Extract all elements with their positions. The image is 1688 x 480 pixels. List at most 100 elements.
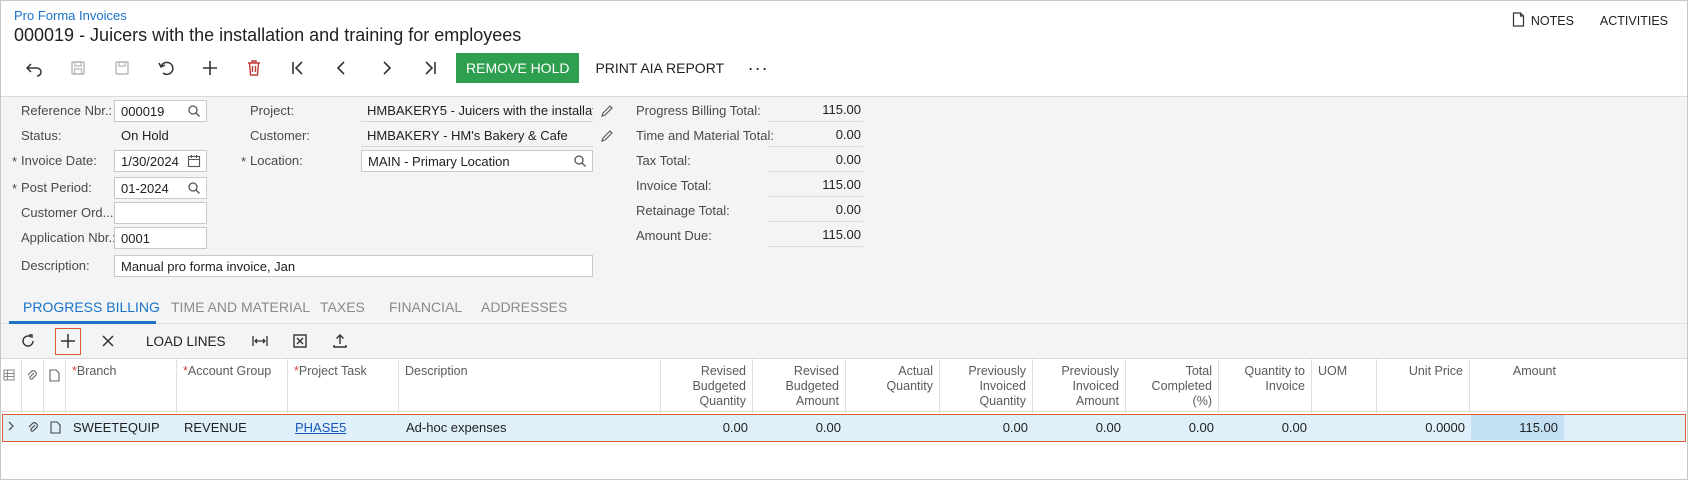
- column-header-description[interactable]: Description: [398, 359, 660, 413]
- cell-actual-quantity[interactable]: [847, 415, 941, 440]
- save-button[interactable]: [100, 52, 144, 84]
- cell-uom[interactable]: [1313, 415, 1378, 440]
- header-line: Total: [1185, 364, 1212, 378]
- table-row[interactable]: SWEETEQUIP REVENUE PHASE5 Ad-hoc expense…: [2, 414, 1686, 442]
- column-header-amount[interactable]: Amount: [1469, 359, 1562, 413]
- cell-quantity-to-invoice[interactable]: 0.00: [1220, 415, 1313, 440]
- status-value: On Hold: [121, 128, 169, 143]
- breadcrumb[interactable]: Pro Forma Invoices: [14, 8, 127, 23]
- header-line: Revised: [700, 364, 746, 378]
- column-header-unit-price[interactable]: Unit Price: [1376, 359, 1469, 413]
- main-toolbar: REMOVE HOLD PRINT AIA REPORT ···: [12, 52, 776, 84]
- cell-revised-budgeted-quantity[interactable]: 0.00: [662, 415, 754, 440]
- column-header-project-task[interactable]: *Project Task: [287, 359, 398, 413]
- cell-unit-price[interactable]: 0.0000: [1378, 415, 1471, 440]
- tab-financial[interactable]: FINANCIAL: [389, 299, 462, 315]
- remove-hold-button[interactable]: REMOVE HOLD: [456, 53, 580, 83]
- search-icon[interactable]: [187, 181, 201, 195]
- column-header-previously-invoiced-quantity[interactable]: Previously Invoiced Quantity: [939, 359, 1032, 413]
- activities-button[interactable]: ACTIVITIES: [1600, 12, 1668, 30]
- notes-column-header: [43, 359, 65, 413]
- cell-revised-budgeted-amount[interactable]: 0.00: [754, 415, 847, 440]
- column-header-branch[interactable]: *Branch: [65, 359, 176, 413]
- calendar-icon[interactable]: [187, 154, 201, 168]
- tab-progress-billing[interactable]: PROGRESS BILLING: [23, 299, 160, 315]
- previous-record-button[interactable]: [320, 52, 364, 84]
- reference-nbr-value: 000019: [121, 104, 165, 119]
- search-icon[interactable]: [573, 154, 587, 168]
- cell-branch[interactable]: SWEETEQUIP: [67, 415, 178, 440]
- back-button[interactable]: [12, 52, 56, 84]
- upload-button[interactable]: [320, 326, 360, 356]
- cell-previously-invoiced-quantity[interactable]: 0.00: [941, 415, 1034, 440]
- location-label: Location:: [241, 153, 303, 169]
- grid-toolbar: LOAD LINES: [8, 326, 360, 356]
- row-attachment-cell[interactable]: [23, 415, 45, 440]
- edit-pencil-icon[interactable]: [600, 129, 614, 143]
- description-field[interactable]: Manual pro forma invoice, Jan: [114, 255, 593, 277]
- header-line: Previously: [1061, 364, 1119, 378]
- search-icon[interactable]: [187, 104, 201, 118]
- fit-columns-button[interactable]: [240, 326, 280, 356]
- last-record-icon: [425, 61, 436, 75]
- column-header-previously-invoiced-amount[interactable]: Previously Invoiced Amount: [1032, 359, 1125, 413]
- delete-button[interactable]: [232, 52, 276, 84]
- export-excel-button[interactable]: [280, 326, 320, 356]
- column-header-total-completed[interactable]: Total Completed (%): [1125, 359, 1218, 413]
- add-row-button[interactable]: [55, 327, 81, 355]
- summary-label: Tax Total:: [636, 153, 691, 168]
- application-nbr-field[interactable]: 0001: [114, 227, 207, 249]
- location-field[interactable]: MAIN - Primary Location: [361, 150, 593, 172]
- last-record-button[interactable]: [408, 52, 452, 84]
- post-period-field[interactable]: 01-2024: [114, 177, 207, 199]
- project-field[interactable]: HMBAKERY5 - Juicers with the installatio: [361, 100, 593, 122]
- column-header-quantity-to-invoice[interactable]: Quantity to Invoice: [1218, 359, 1311, 413]
- upload-icon: [332, 334, 347, 348]
- paperclip-icon: [28, 422, 38, 432]
- load-lines-button[interactable]: LOAD LINES: [128, 334, 240, 349]
- save-close-button[interactable]: [56, 52, 100, 84]
- customer-label: Customer:: [250, 128, 310, 143]
- previous-record-icon: [336, 61, 345, 75]
- cell-project-task-link[interactable]: PHASE5: [289, 415, 400, 440]
- tab-addresses[interactable]: ADDRESSES: [481, 299, 567, 315]
- header-label: Project Task: [298, 364, 367, 378]
- column-header-revised-budgeted-amount[interactable]: Revised Budgeted Amount: [752, 359, 845, 413]
- row-expander[interactable]: [5, 415, 21, 440]
- row-selector-header[interactable]: [1, 359, 21, 413]
- cell-amount[interactable]: 115.00: [1471, 415, 1564, 440]
- cell-account-group[interactable]: REVENUE: [178, 415, 289, 440]
- attachment-column-header: [21, 359, 43, 413]
- edit-pencil-icon[interactable]: [600, 104, 614, 118]
- customer-ord-field[interactable]: [114, 202, 207, 224]
- customer-field[interactable]: HMBAKERY - HM's Bakery & Cafe: [361, 125, 593, 147]
- cancel-button[interactable]: [144, 52, 188, 84]
- print-aia-report-button[interactable]: PRINT AIA REPORT: [579, 53, 740, 83]
- first-record-button[interactable]: [276, 52, 320, 84]
- column-header-actual-quantity[interactable]: Actual Quantity: [845, 359, 939, 413]
- invoice-date-field[interactable]: 1/30/2024: [114, 150, 207, 172]
- column-header-revised-budgeted-quantity[interactable]: Revised Budgeted Quantity: [660, 359, 752, 413]
- tab-taxes[interactable]: TAXES: [320, 299, 365, 315]
- cell-total-completed[interactable]: 0.00: [1127, 415, 1220, 440]
- row-notes-cell[interactable]: [45, 415, 67, 440]
- header-label: Account Group: [187, 364, 272, 378]
- notes-button[interactable]: NOTES: [1512, 12, 1574, 30]
- paperclip-icon: [27, 370, 37, 380]
- add-button[interactable]: [188, 52, 232, 84]
- reference-nbr-field[interactable]: 000019: [114, 100, 207, 122]
- delete-row-button[interactable]: [88, 326, 128, 356]
- header-label: Amount: [1512, 364, 1556, 378]
- application-nbr-label: Application Nbr.:: [21, 230, 116, 245]
- refresh-button[interactable]: [8, 326, 48, 356]
- next-record-button[interactable]: [364, 52, 408, 84]
- header-line: Revised: [793, 364, 839, 378]
- summary-label: Progress Billing Total:: [636, 103, 761, 118]
- cell-description[interactable]: Ad-hoc expenses: [400, 415, 662, 440]
- tab-time-and-material[interactable]: TIME AND MATERIAL: [171, 299, 310, 315]
- document-icon: [49, 369, 60, 382]
- cell-previously-invoiced-amount[interactable]: 0.00: [1034, 415, 1127, 440]
- more-actions-button[interactable]: ···: [740, 53, 776, 83]
- column-header-uom[interactable]: UOM: [1311, 359, 1376, 413]
- column-header-account-group[interactable]: *Account Group: [176, 359, 287, 413]
